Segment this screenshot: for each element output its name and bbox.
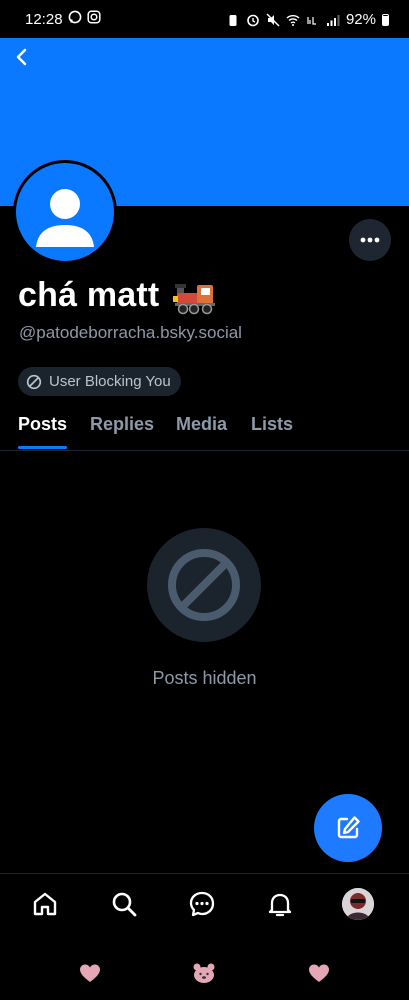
wifi-icon bbox=[286, 14, 300, 26]
instagram-icon bbox=[87, 10, 101, 24]
blocked-icon bbox=[26, 374, 42, 389]
battery-icon bbox=[382, 13, 389, 26]
battery-saver-icon bbox=[229, 14, 237, 26]
tab-posts[interactable]: Posts bbox=[18, 414, 67, 435]
compose-icon bbox=[337, 816, 360, 839]
profile-avatar[interactable] bbox=[13, 160, 117, 264]
nav-search[interactable] bbox=[108, 888, 140, 920]
profile-tabs: Posts Replies Media Lists bbox=[0, 404, 409, 451]
tab-replies[interactable]: Replies bbox=[90, 414, 154, 435]
posts-hidden-message: Posts hidden bbox=[152, 668, 257, 688]
alarm-icon bbox=[247, 14, 259, 26]
chat-icon bbox=[189, 891, 215, 917]
nav-notifications[interactable] bbox=[264, 888, 296, 920]
posts-hidden-icon bbox=[147, 528, 261, 642]
blocking-status-badge: User Blocking You bbox=[18, 367, 181, 396]
back-arrow-icon[interactable] bbox=[10, 45, 34, 69]
default-avatar-icon bbox=[36, 189, 94, 247]
blocking-status-label: User Blocking You bbox=[49, 373, 171, 390]
profile-handle: @patodeborracha.bsky.social bbox=[19, 323, 242, 342]
back-heart-icon[interactable] bbox=[307, 962, 331, 984]
search-icon bbox=[112, 892, 137, 917]
active-tab-indicator bbox=[18, 446, 67, 449]
bell-icon bbox=[268, 893, 292, 917]
system-navigation-bar bbox=[0, 945, 409, 1000]
nav-chat[interactable] bbox=[186, 888, 218, 920]
status-time: 12:28 bbox=[25, 11, 63, 28]
home-icon bbox=[33, 892, 57, 916]
status-bar: 12:28 92% bbox=[0, 0, 409, 38]
nav-home[interactable] bbox=[29, 888, 61, 920]
profile-avatar-thumbnail bbox=[342, 888, 374, 920]
volte-icon bbox=[307, 16, 316, 25]
tab-lists[interactable]: Lists bbox=[251, 414, 293, 435]
locomotive-emoji bbox=[173, 284, 215, 315]
mute-icon bbox=[266, 13, 280, 26]
whatsapp-icon bbox=[68, 10, 82, 24]
bottom-navigation bbox=[0, 873, 409, 940]
signal-icon bbox=[326, 14, 340, 26]
tab-media[interactable]: Media bbox=[176, 414, 227, 435]
nav-profile[interactable] bbox=[342, 888, 374, 920]
battery-percent: 92% bbox=[345, 11, 376, 28]
display-name: chá matt bbox=[18, 276, 160, 314]
ellipsis-icon bbox=[360, 237, 380, 243]
compose-post-button[interactable] bbox=[314, 794, 382, 862]
more-options-button[interactable] bbox=[349, 219, 391, 261]
recent-apps-heart-icon[interactable] bbox=[78, 962, 102, 984]
home-bear-icon[interactable] bbox=[192, 962, 216, 984]
